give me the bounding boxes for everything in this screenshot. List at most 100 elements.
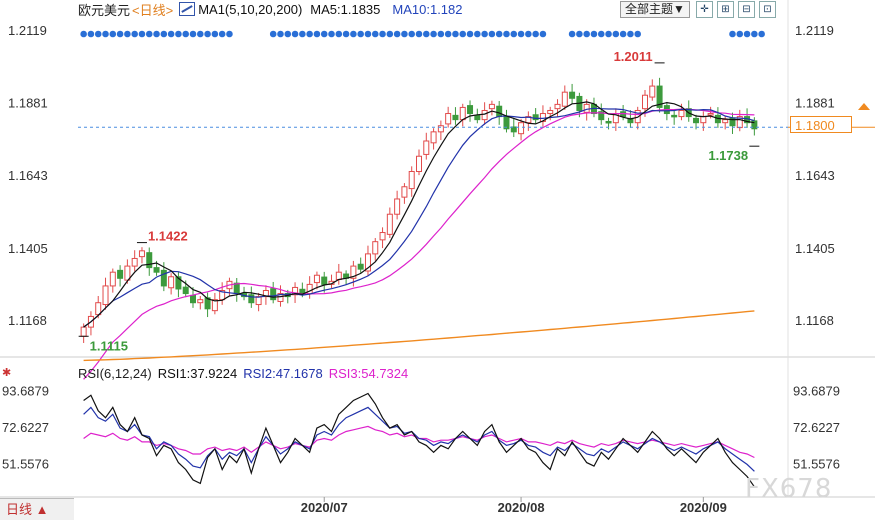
chart-svg[interactable]: 1.2119 1.2119 1.1881 1.1881 1.1643 1.1643 1.14…: [0, 0, 875, 520]
event-dot: [342, 30, 350, 38]
event-dot: [605, 30, 612, 38]
settings-dot-icon[interactable]: ✱: [2, 366, 11, 379]
high-annotation: 1.2011: [614, 49, 653, 64]
candle-body: [102, 285, 109, 306]
event-dot: [597, 30, 605, 38]
candle-body: [153, 267, 160, 273]
event-dot: [408, 30, 416, 38]
event-dot: [277, 30, 284, 38]
event-dot: [525, 30, 532, 38]
rsi2-value: RSI2:47.1678: [243, 366, 323, 381]
price-tick-right: 1.1881: [795, 96, 835, 111]
candle-body: [401, 186, 408, 198]
candle-body: [496, 105, 503, 118]
event-dot: [495, 30, 503, 38]
event-dot: [590, 30, 598, 38]
symbol-label: 欧元美元: [78, 2, 131, 18]
period-tab[interactable]: 日线 ▲: [0, 498, 74, 520]
event-dot: [196, 30, 204, 38]
candle-body: [547, 109, 554, 115]
price-tick-left: 1.2119: [8, 23, 47, 38]
candle-body: [416, 155, 422, 173]
price-tick-left: 1.1168: [8, 313, 47, 328]
rsi1-value: RSI1:37.9224: [157, 366, 238, 381]
candle-body: [109, 271, 116, 287]
candle-body: [569, 91, 576, 99]
period-selector[interactable]: <日线>: [132, 0, 173, 19]
event-dot: [357, 30, 364, 38]
event-dot: [503, 30, 510, 38]
event-dot: [386, 30, 394, 38]
rsi2-line: [83, 406, 755, 472]
low-annotation: 1.1738: [708, 148, 748, 163]
ma-params-label: MA1(5,10,20,200): [198, 1, 303, 17]
event-dot: [379, 30, 386, 38]
ma-indicator-icon[interactable]: [179, 2, 196, 16]
event-dot: [627, 30, 634, 38]
event-dot: [619, 30, 627, 38]
event-dot: [204, 30, 211, 38]
candle-body: [678, 109, 685, 118]
zoom-out-icon[interactable]: ⊟: [737, 0, 755, 18]
zoom-in-icon[interactable]: ⊞: [716, 0, 734, 18]
event-dot: [437, 30, 445, 38]
price-tick-left: 1.1405: [8, 241, 48, 256]
event-dot: [284, 30, 292, 38]
event-dot: [444, 30, 452, 38]
event-dot: [160, 30, 168, 38]
event-dot: [328, 30, 335, 38]
chart-stage: 1.2119 1.2119 1.1881 1.1881 1.1643 1.1643 1.14…: [0, 0, 875, 520]
candle-body: [372, 241, 379, 255]
event-dot: [459, 30, 467, 38]
candle-body: [474, 114, 481, 121]
candle-body: [394, 198, 401, 215]
event-dot: [568, 30, 576, 38]
event-dot: [350, 30, 357, 38]
event-dot: [466, 30, 474, 38]
toolbar: 全部主题▼ ✛ ⊞ ⊟ ⊡: [620, 0, 780, 18]
time-label: 2020/07: [301, 500, 348, 515]
candle-body: [386, 213, 393, 235]
event-dot: [634, 30, 642, 38]
price-tick-right: 1.1405: [795, 241, 835, 256]
event-dot: [175, 30, 182, 38]
price-tick-left: 1.1643: [8, 168, 48, 183]
candle-body: [138, 250, 145, 258]
low-annotation: 1.1115: [90, 338, 128, 353]
event-dot: [335, 30, 343, 38]
candle-body: [561, 91, 568, 107]
time-label: 2020/08: [498, 500, 545, 515]
rsi-tick-left: 93.6879: [2, 384, 49, 399]
candle-body: [554, 103, 561, 110]
event-dot: [364, 30, 372, 38]
candle-body: [146, 252, 153, 269]
candle-body: [649, 85, 656, 98]
crosshair-icon[interactable]: ✛: [695, 0, 713, 18]
candle-body: [481, 109, 488, 121]
event-dot: [80, 30, 87, 38]
theme-dropdown-button[interactable]: 全部主题▼: [620, 0, 690, 18]
candle-body: [197, 299, 204, 304]
event-dot: [211, 30, 219, 38]
rsi-tick-left: 51.5576: [2, 456, 49, 471]
candle-body: [605, 120, 612, 124]
candle-body: [488, 103, 495, 110]
event-dot: [306, 30, 313, 38]
event-dot: [371, 30, 379, 38]
current-price-tag: 1.1800: [790, 116, 852, 133]
ma10-value: MA10:1.182: [392, 1, 463, 17]
event-dot: [138, 30, 146, 38]
ma5-value: MA5:1.1835: [310, 1, 381, 17]
high-annotation: 1.1422: [148, 229, 188, 244]
reset-icon[interactable]: ⊡: [758, 0, 776, 18]
ma200-line: [83, 310, 755, 362]
rsi3-value: RSI3:54.7324: [328, 366, 409, 381]
candle-body: [190, 294, 196, 304]
candle-body: [313, 274, 320, 284]
event-dot: [167, 30, 175, 38]
candle-body: [233, 282, 240, 295]
event-dot: [517, 30, 525, 38]
candle-body: [379, 232, 386, 241]
candle-body: [671, 114, 678, 118]
event-dot: [736, 30, 744, 38]
